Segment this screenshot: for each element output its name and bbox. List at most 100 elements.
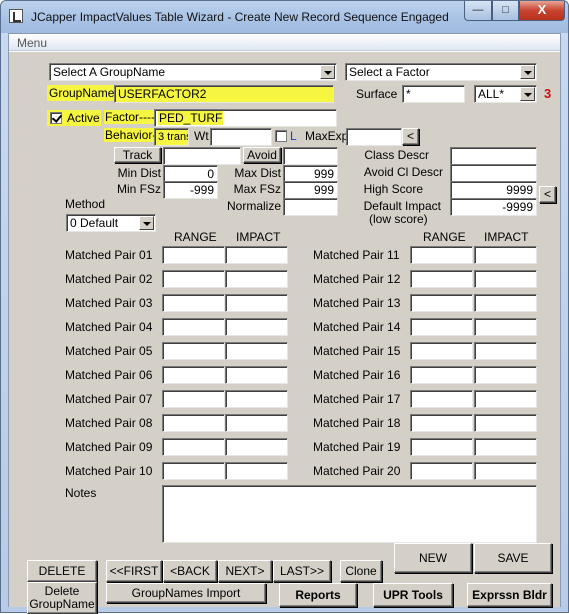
wt-label: Wt	[194, 129, 209, 143]
groupname-select[interactable]: Select A GroupName	[49, 63, 337, 81]
behavior-field[interactable]: 3 trans	[154, 128, 189, 146]
matched-pair-range-field[interactable]	[162, 246, 225, 264]
max-dist-label: Max Dist	[234, 166, 281, 180]
matched-pair-range-field[interactable]	[162, 294, 225, 312]
matched-pair-impact-field[interactable]	[225, 246, 288, 264]
method-label: Method	[65, 197, 106, 211]
factor-select-value: Select a Factor	[349, 65, 430, 79]
groupname-field[interactable]: USERFACTOR2	[114, 85, 334, 103]
delete-button[interactable]: DELETE	[27, 560, 97, 582]
high-score-field[interactable]: 9999	[450, 181, 537, 199]
factor-select[interactable]: Select a Factor	[345, 63, 537, 81]
active-label: Active	[67, 111, 100, 125]
max-fsz-field[interactable]: 999	[283, 181, 338, 199]
matched-pair-range-field[interactable]	[410, 390, 473, 408]
matched-pair-impact-field[interactable]	[474, 414, 537, 432]
matched-pair-impact-field[interactable]	[474, 390, 537, 408]
back-button[interactable]: <BACK	[163, 560, 217, 582]
high-score-label: High Score	[363, 182, 423, 196]
reports-button[interactable]: Reports	[279, 583, 357, 607]
matched-pair-impact-field[interactable]	[225, 414, 288, 432]
side-button[interactable]: <	[539, 186, 556, 203]
menu-item[interactable]: Menu	[17, 36, 47, 50]
chevron-down-icon[interactable]	[320, 65, 335, 79]
class-descr-field[interactable]	[450, 147, 537, 165]
surface-field[interactable]: *	[402, 85, 465, 103]
matched-pair-impact-field[interactable]	[225, 342, 288, 360]
chevron-down-icon[interactable]	[520, 65, 535, 79]
max-fsz-label: Max FSz	[233, 182, 281, 196]
matched-pair-label: Matched Pair 08	[65, 416, 153, 430]
maximize-button[interactable]: □	[492, 1, 519, 21]
matched-pair-impact-field[interactable]	[225, 294, 288, 312]
matched-pair-range-field[interactable]	[410, 366, 473, 384]
avoid-cl-descr-field[interactable]	[450, 164, 537, 182]
groupnames-import-button[interactable]: GroupNames Import	[106, 583, 266, 603]
matched-pair-range-field[interactable]	[162, 270, 225, 288]
track-button[interactable]: Track	[114, 147, 161, 163]
matched-pair-range-field[interactable]	[162, 414, 225, 432]
avoid-field[interactable]	[283, 147, 338, 165]
method-select[interactable]: 0 Default	[66, 214, 156, 232]
matched-pair-range-field[interactable]	[162, 438, 225, 456]
first-button[interactable]: <<FIRST	[106, 560, 162, 582]
matched-pair-label: Matched Pair 17	[313, 392, 401, 406]
maxexp-button[interactable]: <	[402, 128, 419, 145]
upr-tools-button[interactable]: UPR Tools	[373, 583, 453, 607]
track-field[interactable]	[163, 147, 241, 165]
matched-pair-range-field[interactable]	[410, 294, 473, 312]
matched-pair-impact-field[interactable]	[474, 246, 537, 264]
l-checkbox[interactable]	[275, 130, 287, 142]
matched-pair-impact-field[interactable]	[474, 294, 537, 312]
matched-pair-impact-field[interactable]	[474, 270, 537, 288]
matched-pair-impact-field[interactable]	[474, 366, 537, 384]
matched-pair-range-field[interactable]	[162, 462, 225, 480]
notes-field[interactable]	[162, 485, 537, 543]
delete-groupname-button[interactable]: Delete GroupName	[27, 582, 97, 614]
matched-pair-range-field[interactable]	[162, 390, 225, 408]
matched-pair-impact-field[interactable]	[474, 342, 537, 360]
matched-pair-label: Matched Pair 16	[313, 368, 401, 382]
matched-pair-range-field[interactable]	[162, 318, 225, 336]
matched-pair-impact-field[interactable]	[225, 438, 288, 456]
active-checkbox[interactable]	[50, 112, 62, 124]
avoid-button[interactable]: Avoid	[243, 147, 281, 163]
clone-button[interactable]: Clone	[340, 560, 382, 582]
matched-pair-range-field[interactable]	[410, 462, 473, 480]
matched-pair-range-field[interactable]	[162, 342, 225, 360]
matched-pair-range-field[interactable]	[162, 366, 225, 384]
maxexp-field[interactable]	[346, 128, 402, 146]
matched-pair-range-field[interactable]	[410, 342, 473, 360]
matched-pair-range-field[interactable]	[410, 270, 473, 288]
minimize-button[interactable]: —	[464, 1, 492, 21]
matched-pair-impact-field[interactable]	[225, 366, 288, 384]
chevron-down-icon[interactable]	[520, 87, 535, 101]
normalize-field[interactable]	[283, 198, 338, 216]
matched-pair-range-field[interactable]	[410, 438, 473, 456]
matched-pair-label: Matched Pair 20	[313, 464, 401, 478]
exprssn-bldr-button[interactable]: Exprssn Bldr	[467, 583, 552, 607]
matched-pair-impact-field[interactable]	[225, 462, 288, 480]
matched-pair-range-field[interactable]	[410, 246, 473, 264]
surface-all-select[interactable]: ALL*	[474, 85, 537, 103]
matched-pair-range-field[interactable]	[410, 414, 473, 432]
avoid-cl-descr-label: Avoid Cl Descr	[363, 165, 443, 179]
save-button[interactable]: SAVE	[474, 543, 552, 573]
matched-pair-range-field[interactable]	[410, 318, 473, 336]
matched-pair-impact-field[interactable]	[225, 318, 288, 336]
matched-pair-impact-field[interactable]	[474, 318, 537, 336]
last-button[interactable]: LAST>>	[273, 560, 331, 582]
factor-field[interactable]: PED_TURF	[154, 109, 337, 127]
matched-pair-impact-field[interactable]	[225, 390, 288, 408]
new-button[interactable]: NEW	[394, 543, 472, 573]
matched-pair-impact-field[interactable]	[474, 438, 537, 456]
next-button[interactable]: NEXT>	[218, 560, 272, 582]
chevron-down-icon[interactable]	[139, 216, 154, 230]
close-button[interactable]: X	[519, 1, 565, 21]
min-fsz-field[interactable]: -999	[163, 181, 218, 199]
wt-field[interactable]	[210, 128, 272, 146]
matched-pair-impact-field[interactable]	[225, 270, 288, 288]
matched-pair-impact-field[interactable]	[474, 462, 537, 480]
title-bar[interactable]: JCapper ImpactValues Table Wizard - Crea…	[1, 1, 568, 33]
default-impact-field[interactable]: -9999	[450, 198, 537, 216]
